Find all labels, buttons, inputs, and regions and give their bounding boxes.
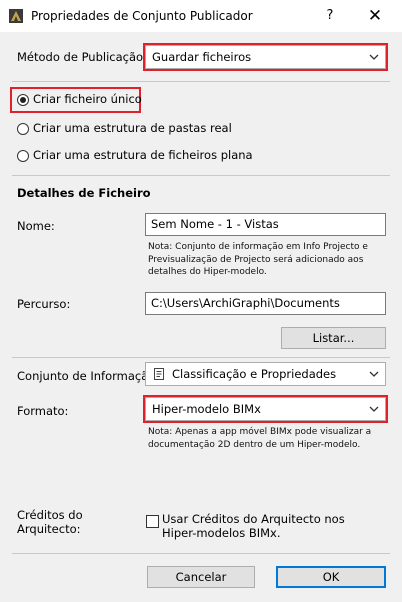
credits-label: Créditos do Arquitecto:: [17, 508, 83, 536]
name-note: Nota: Conjunto de informação em Info Pro…: [148, 242, 368, 277]
separator: [12, 175, 390, 176]
radio-flat-files-label: Criar uma estrutura de ficheiros plana: [33, 148, 253, 162]
radio-button-selected[interactable]: [17, 94, 29, 106]
format-value: Hiper-modelo BIMx: [152, 402, 261, 416]
publish-method-label: Método de Publicação:: [17, 50, 147, 64]
separator: [12, 553, 390, 554]
info-set-label: Conjunto de Informaçã: [17, 369, 149, 383]
name-input[interactable]: Sem Nome - 1 - Vistas: [145, 213, 386, 236]
path-label: Percurso:: [17, 297, 71, 311]
radio-real-folders[interactable]: Criar uma estrutura de pastas real: [12, 120, 272, 138]
cancel-button[interactable]: Cancelar: [147, 566, 255, 588]
publish-method-value: Guardar ficheiros: [152, 50, 252, 64]
radio-button[interactable]: [17, 123, 29, 135]
file-details-heading: Detalhes de Ficheiro: [17, 186, 151, 200]
info-set-dropdown[interactable]: Classificação e Propriedades: [145, 362, 386, 386]
radio-button[interactable]: [17, 150, 29, 162]
radio-real-folders-label: Criar uma estrutura de pastas real: [33, 121, 232, 135]
ok-button[interactable]: OK: [276, 566, 386, 588]
title-bar: Propriedades de Conjunto Publicador ? ✕: [0, 0, 402, 32]
document-icon: [152, 367, 166, 381]
format-label: Formato:: [17, 404, 69, 418]
radio-single-file-label: Criar ficheiro único: [33, 92, 142, 106]
radio-single-file[interactable]: Criar ficheiro único: [10, 87, 142, 113]
radio-flat-files[interactable]: Criar uma estrutura de ficheiros plana: [12, 147, 272, 165]
format-note: Nota: Apenas a app móvel BIMx pode visua…: [148, 427, 372, 450]
window-title: Propriedades de Conjunto Publicador: [31, 9, 253, 23]
separator: [12, 357, 390, 358]
browse-button[interactable]: Listar...: [281, 327, 386, 349]
credits-checkbox[interactable]: [146, 515, 159, 528]
credits-checkbox-label: Usar Créditos do Arquitecto nos Hiper-mo…: [162, 512, 345, 540]
help-button[interactable]: ?: [320, 6, 340, 26]
close-button[interactable]: ✕: [360, 5, 390, 27]
app-logo-icon: [9, 9, 23, 23]
info-set-value: Classificação e Propriedades: [172, 367, 337, 381]
chevron-down-icon: [369, 54, 379, 60]
format-dropdown[interactable]: Hiper-modelo BIMx: [143, 395, 388, 423]
path-input[interactable]: C:\Users\ArchiGraphi\Documents: [145, 292, 386, 315]
separator: [12, 81, 390, 82]
name-label: Nome:: [17, 219, 55, 233]
publish-method-dropdown[interactable]: Guardar ficheiros: [143, 43, 388, 71]
chevron-down-icon: [369, 406, 379, 412]
chevron-down-icon: [369, 371, 379, 377]
credits-checkbox-row[interactable]: Usar Créditos do Arquitecto nos Hiper-mo…: [146, 512, 386, 542]
